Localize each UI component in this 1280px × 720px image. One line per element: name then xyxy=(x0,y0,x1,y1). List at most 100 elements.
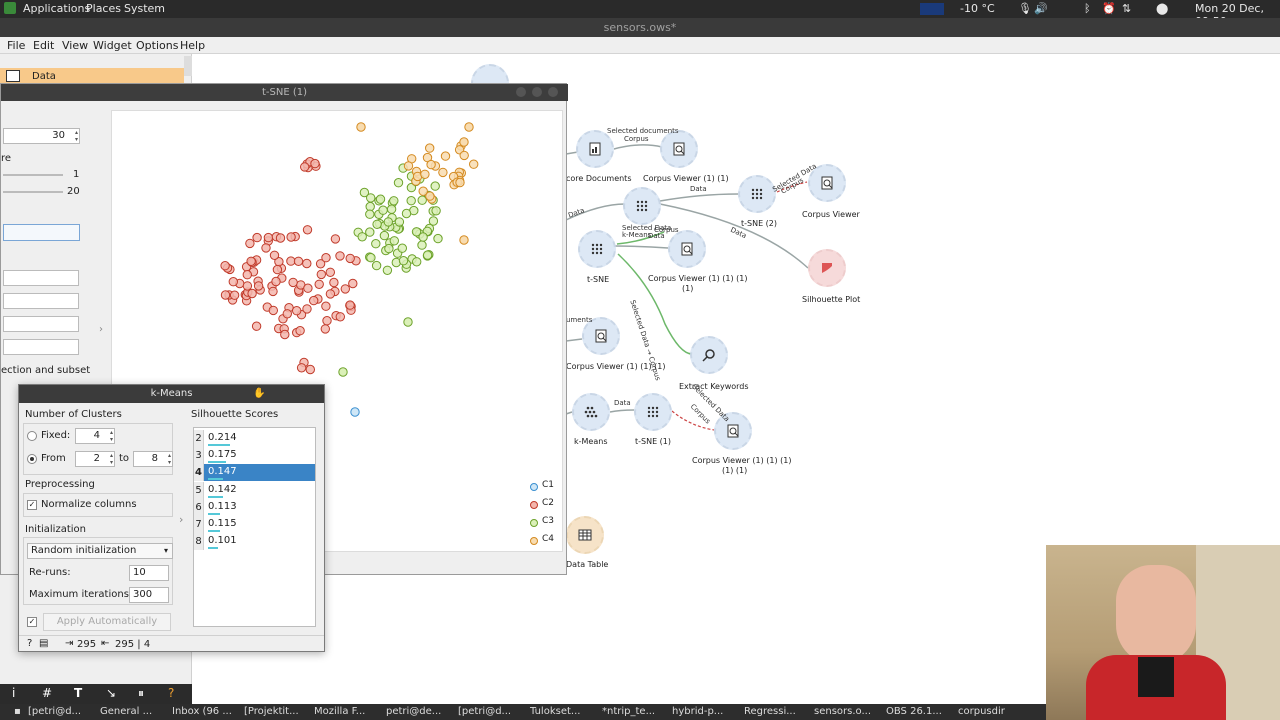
scatter-point xyxy=(379,230,390,241)
info-icon[interactable]: i xyxy=(12,686,15,700)
silhouette-row[interactable]: 3 0.175 xyxy=(194,447,315,465)
perplexity-spin[interactable]: 30 xyxy=(3,128,80,144)
normalize-checkbox[interactable]: ✓ xyxy=(27,500,37,510)
apply-button[interactable]: Apply Automatically xyxy=(43,613,171,631)
node-tsne-upper[interactable] xyxy=(623,187,661,225)
node-silhouette-plot[interactable] xyxy=(808,249,846,287)
fixed-clusters-spin[interactable]: 4 xyxy=(75,428,115,444)
node-data-table[interactable] xyxy=(566,516,604,554)
menu-help[interactable]: Help xyxy=(180,39,205,52)
taskbar-item[interactable]: Mozilla F... xyxy=(314,706,365,717)
silhouette-row[interactable]: 6 0.113 xyxy=(194,498,315,516)
node-k-means[interactable] xyxy=(572,393,610,431)
slider-track[interactable] xyxy=(3,174,63,176)
color-combo[interactable] xyxy=(3,270,79,286)
help-circle-icon[interactable]: ? xyxy=(168,686,174,700)
taskbar-item[interactable]: sensors.o... xyxy=(814,706,871,717)
node-score-documents[interactable] xyxy=(576,130,614,168)
taskbar-item[interactable]: [petri@d... xyxy=(458,706,511,717)
sidebar-item-label: Data xyxy=(32,71,56,82)
scatter-point xyxy=(242,270,253,280)
scatter-point xyxy=(246,256,256,267)
menu-edit[interactable]: Edit xyxy=(33,39,54,52)
menu-view[interactable]: View xyxy=(62,39,88,52)
taskbar-item[interactable]: corpusdir xyxy=(958,706,1005,717)
node-tsne[interactable] xyxy=(578,230,616,268)
slider-track[interactable] xyxy=(3,191,63,193)
node-tsne-2[interactable] xyxy=(738,175,776,213)
label-combo[interactable] xyxy=(3,339,79,355)
node-corpus-viewer-1-1[interactable] xyxy=(660,130,698,168)
sidebar-item-data[interactable]: Data xyxy=(0,68,184,84)
pause-icon[interactable]: ⏸ xyxy=(138,686,144,701)
document-search-icon xyxy=(595,329,607,343)
temperature-readout[interactable]: -10 °C xyxy=(960,2,995,15)
fixed-radio[interactable] xyxy=(27,431,37,441)
help-icon[interactable]: ? xyxy=(27,638,32,649)
silhouette-row[interactable]: 4 0.147 xyxy=(194,464,315,482)
close-icon[interactable] xyxy=(548,87,558,97)
volume-icon[interactable]: 🔊 xyxy=(1034,2,1048,15)
node-extract-keywords[interactable] xyxy=(690,336,728,374)
node-corpus-viewer-1-1-1[interactable] xyxy=(668,230,706,268)
silhouette-row[interactable]: 2 0.214 xyxy=(194,430,315,447)
bluetooth-icon[interactable]: ᛒ xyxy=(1084,2,1091,15)
report-icon[interactable]: ▤ xyxy=(39,638,48,649)
scatter-point xyxy=(338,367,348,377)
distro-logo-icon[interactable] xyxy=(4,2,16,14)
scatter-point xyxy=(296,363,307,373)
taskbar-item[interactable]: hybrid-p... xyxy=(672,706,723,717)
taskbar-item[interactable]: [Projektit... xyxy=(244,706,299,717)
applications-menu[interactable]: Applications xyxy=(23,2,90,15)
taskbar-item[interactable]: General ... xyxy=(100,706,152,717)
from-radio[interactable] xyxy=(27,454,37,464)
scatter-point xyxy=(261,243,271,253)
from-clusters-spin[interactable]: 2 xyxy=(75,451,115,467)
system-menu[interactable]: System xyxy=(124,2,165,15)
sidebar-scrollbar[interactable] xyxy=(184,56,192,76)
scatter-point xyxy=(300,162,310,172)
maximize-icon[interactable] xyxy=(532,87,542,97)
silhouette-score: 0.142 xyxy=(208,483,237,495)
silhouette-row[interactable]: 5 0.142 xyxy=(194,481,315,499)
maxiter-input[interactable]: 300 xyxy=(129,587,169,603)
node-tsne-1[interactable] xyxy=(634,393,672,431)
taskbar-item[interactable]: Regressi... xyxy=(744,706,796,717)
taskbar-item[interactable]: Tulokset... xyxy=(530,706,580,717)
scatter-point xyxy=(417,195,427,205)
microphone-icon[interactable]: 🎙 xyxy=(1018,2,1032,15)
menu-widget[interactable]: Widget xyxy=(93,39,132,52)
grid-icon[interactable]: # xyxy=(42,686,52,700)
apply-auto-checkbox[interactable]: ✓ xyxy=(27,617,37,627)
weather-icon[interactable] xyxy=(920,3,944,15)
silhouette-row[interactable]: 7 0.115 xyxy=(194,516,315,533)
shape-combo[interactable] xyxy=(3,293,79,309)
init-method-select[interactable]: Random initialization ▾ xyxy=(27,543,173,559)
collapse-arrow-icon[interactable]: › xyxy=(179,513,183,526)
to-clusters-spin[interactable]: 8 xyxy=(133,451,173,467)
notification-icon[interactable]: ⬤ xyxy=(1156,2,1168,15)
taskbar-item[interactable]: [petri@d... xyxy=(28,706,81,717)
taskbar-item[interactable]: *ntrip_te... xyxy=(602,706,655,717)
scatter-point xyxy=(316,269,327,280)
size-combo[interactable] xyxy=(3,316,79,332)
node-label: Silhouette Plot xyxy=(802,295,861,304)
reruns-input[interactable]: 10 xyxy=(129,565,169,581)
menu-options[interactable]: Options xyxy=(136,39,178,52)
text-annotation-icon[interactable]: T xyxy=(74,686,82,700)
taskbar-item[interactable]: OBS 26.1... xyxy=(886,706,942,717)
collapse-arrow-icon[interactable]: › xyxy=(99,324,103,335)
taskbar-item[interactable]: Inbox (96 ... xyxy=(172,706,232,717)
start-button[interactable] xyxy=(3,224,80,241)
minimize-icon[interactable] xyxy=(516,87,526,97)
silhouette-row[interactable]: 8 0.101 xyxy=(194,533,315,551)
clock-alert-icon[interactable]: ⏰ xyxy=(1102,2,1116,15)
menu-file[interactable]: File xyxy=(7,39,25,52)
network-icon[interactable]: ⇅ xyxy=(1122,2,1131,15)
arrow-annotation-icon[interactable]: ↘ xyxy=(106,686,116,700)
silhouette-scores-list[interactable]: 2 0.214 3 0.175 4 0.147 5 0.142 6 0.113 7 0.115 8 0.1… xyxy=(193,427,316,627)
taskbar-item[interactable]: ▪ xyxy=(14,706,21,717)
scatter-point xyxy=(280,329,290,340)
taskbar-item[interactable]: petri@de... xyxy=(386,706,441,717)
places-menu[interactable]: Places xyxy=(86,2,121,15)
